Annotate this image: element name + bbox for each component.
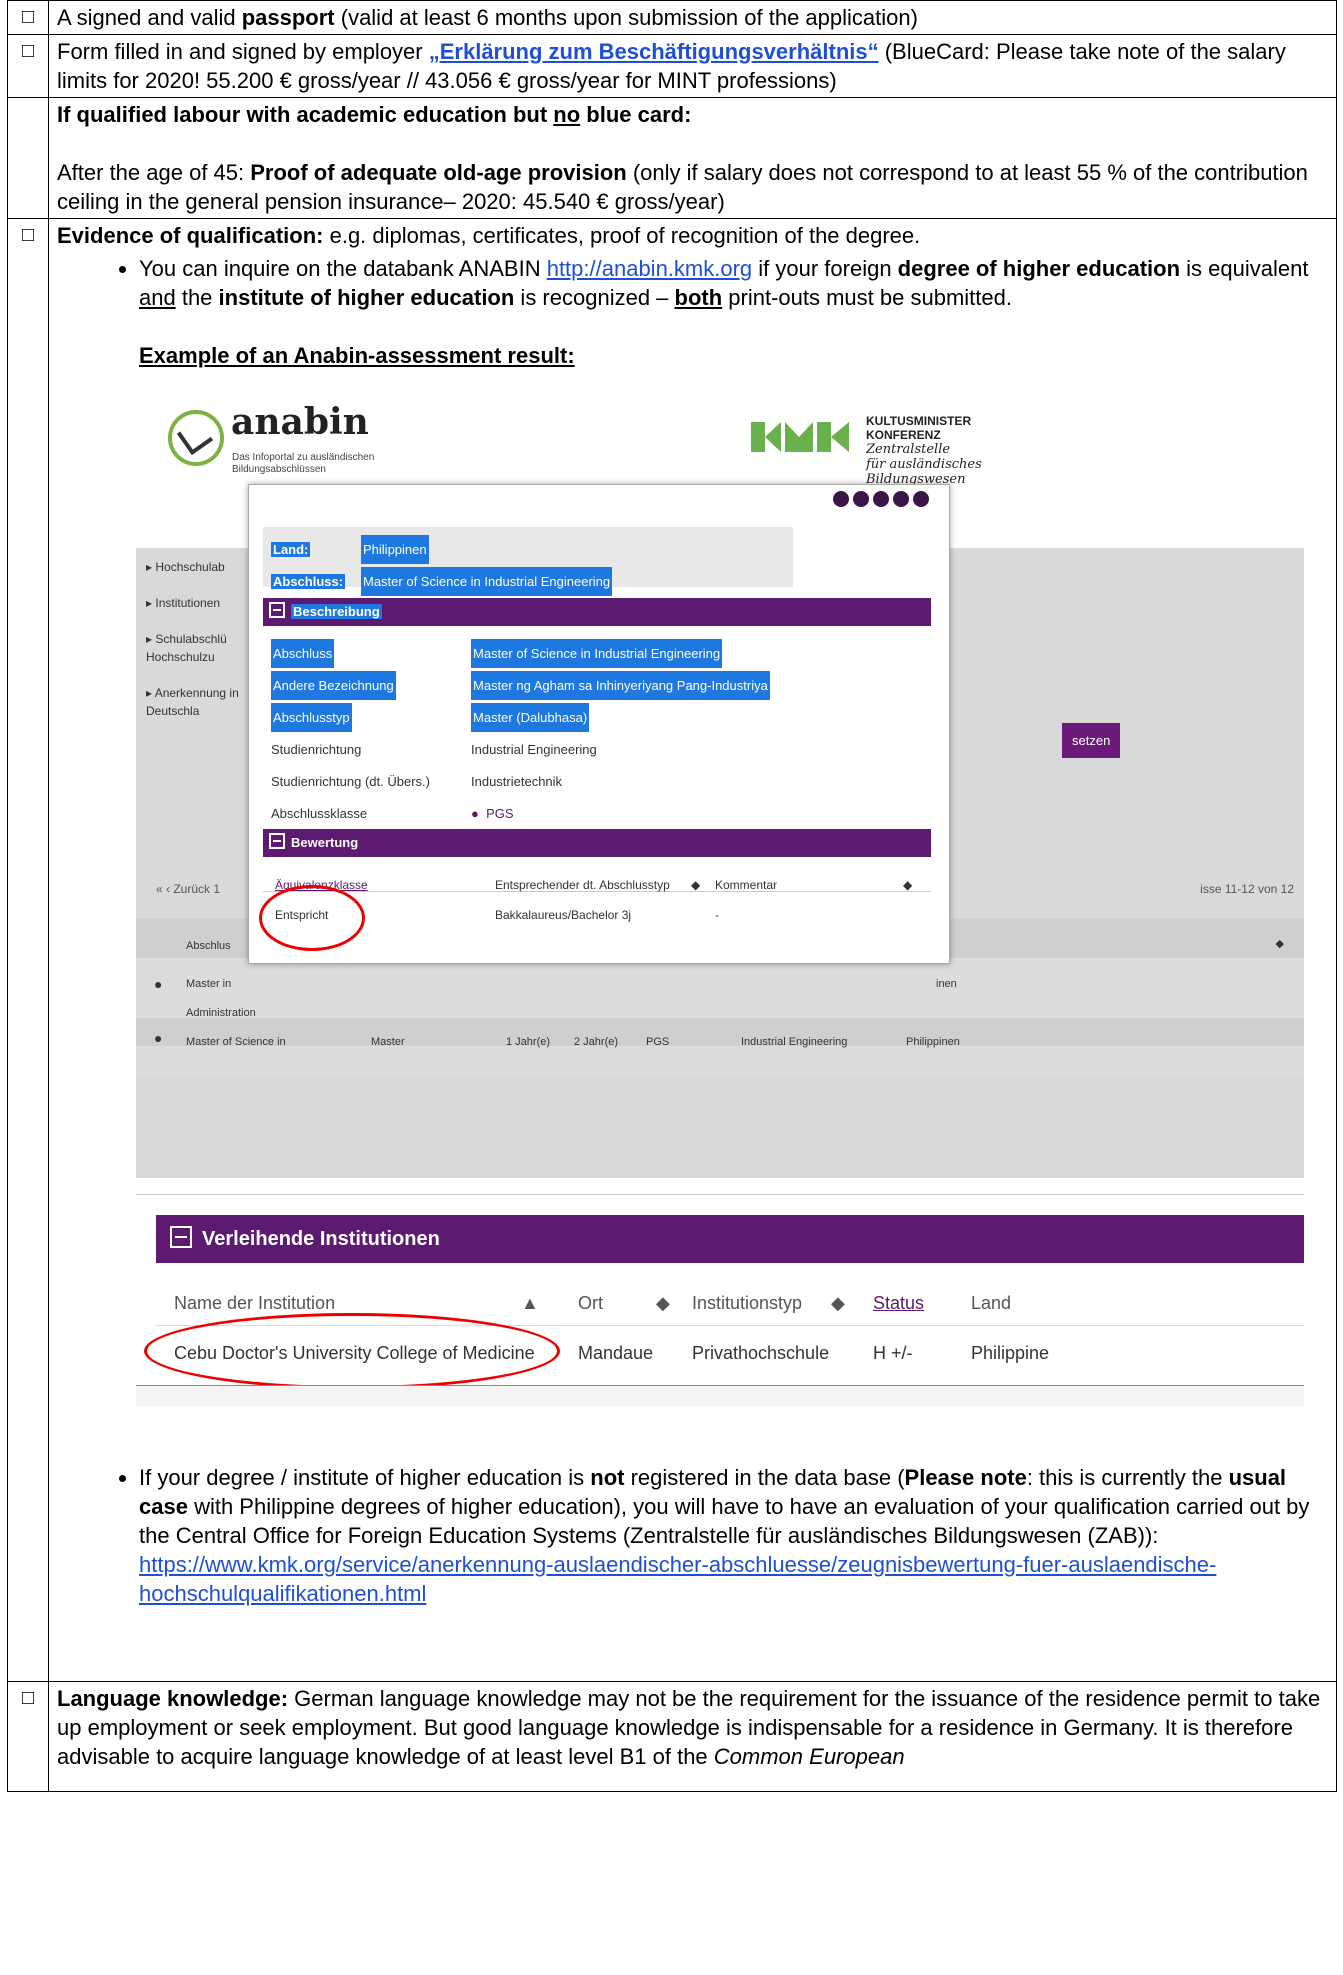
zab-link[interactable]: https://www.kmk.org/service/anerkennung-…: [139, 1552, 1216, 1606]
text: (valid at least 6 months upon submission…: [334, 5, 918, 30]
employer-form-cell: Form filled in and signed by employer „E…: [48, 34, 1337, 98]
table-row: If qualified labour with academic educat…: [7, 97, 1337, 219]
collapse-icon: [269, 833, 285, 849]
text: After the age of 45:: [57, 160, 251, 185]
text: Form filled in and signed by employer: [57, 39, 429, 64]
anabin-brand: anabin: [231, 401, 369, 443]
sort-icon: ▲: [521, 1293, 539, 1313]
table-row: □ A signed and valid passport (valid at …: [7, 0, 1337, 35]
example-heading: Example of an Anabin-assessment result:: [139, 343, 575, 368]
setzen-button[interactable]: setzen: [1062, 723, 1121, 758]
section-heading: Language knowledge:: [57, 1686, 289, 1711]
italic-text: Common European: [713, 1744, 905, 1769]
sort-icon: ◆: [831, 1293, 845, 1313]
detail-modal: Land: Philippinen Abschluss: Master of S…: [248, 484, 950, 964]
institution-screenshot: Verleihende Institutionen Name der Insti…: [136, 1194, 1304, 1407]
academic-cell: If qualified labour with academic educat…: [48, 97, 1337, 219]
collapse-icon: [269, 602, 285, 618]
collapse-icon: [170, 1226, 192, 1248]
help-icon[interactable]: [873, 491, 889, 507]
table-row: □ Language knowledge: German language kn…: [7, 1681, 1337, 1792]
requirements-table: □ A signed and valid passport (valid at …: [7, 0, 1337, 1792]
highlight-ellipse: [259, 885, 365, 951]
pagination[interactable]: « ‹ Zurück 1: [156, 875, 220, 904]
print-icon[interactable]: [853, 491, 869, 507]
table-row: □ Form filled in and signed by employer …: [7, 34, 1337, 98]
sort-icon: ◆: [691, 878, 701, 892]
sort-icon: ◆: [903, 878, 913, 892]
empty-cell: [7, 97, 49, 219]
nav-item[interactable]: ▸ Institutionen: [146, 594, 256, 612]
anabin-logo-icon: [168, 410, 224, 466]
sort-icon: ◆: [656, 1293, 670, 1313]
land-row: Land: Philippinen: [271, 535, 429, 564]
bewertung-header[interactable]: Bewertung: [263, 829, 931, 857]
beschreibung-header[interactable]: Beschreibung: [263, 598, 931, 626]
bold-text: passport: [241, 5, 335, 30]
archive-icon[interactable]: [833, 491, 849, 507]
highlight-ellipse: [144, 1313, 560, 1389]
kmk-logo-icon: [751, 422, 849, 452]
nav-item[interactable]: ▸ Schulabschlü Hochschulzu: [146, 630, 256, 666]
table-row: □ Evidence of qualification: e.g. diplom…: [7, 218, 1337, 1682]
employer-form-link[interactable]: „Erklärung zum Beschäftigungsverhältnis“: [429, 39, 879, 64]
text: e.g. diplomas, certificates, proof of re…: [323, 223, 921, 248]
checkbox[interactable]: □: [7, 218, 49, 1682]
scrollbar[interactable]: [136, 1385, 1304, 1406]
nav-item[interactable]: ▸ Anerkennung in Deutschla: [146, 684, 256, 720]
section-heading: If qualified labour with academic educat…: [57, 102, 692, 127]
qualification-cell: Evidence of qualification: e.g. diplomas…: [48, 218, 1337, 1682]
anabin-screenshot: anabin Das Infoportal zu ausländischen B…: [136, 388, 1304, 1178]
info-icon: ●: [471, 806, 479, 821]
maximize-icon[interactable]: [893, 491, 909, 507]
close-icon[interactable]: [913, 491, 929, 507]
left-nav: ▸ Hochschulab ▸ Institutionen ▸ Schulabs…: [146, 558, 256, 738]
nav-item[interactable]: ▸ Hochschulab: [146, 558, 256, 576]
kmk-text: KULTUSMINISTER KONFERENZ Zentralstelle f…: [866, 414, 982, 487]
modal-toolbar: [833, 491, 929, 507]
results-count: isse 11-12 von 12: [1200, 882, 1294, 896]
anabin-link[interactable]: http://anabin.kmk.org: [547, 256, 752, 281]
abschluss-row: Abschluss: Master of Science in Industri…: [271, 567, 613, 596]
bold-text: Proof of adequate old-age provision: [250, 160, 627, 185]
section-heading: Evidence of qualification:: [57, 223, 324, 248]
list-item: If your degree / institute of higher edu…: [139, 1463, 1328, 1608]
checkbox[interactable]: □: [7, 34, 49, 98]
checkbox[interactable]: □: [7, 0, 49, 35]
anabin-subtitle: Das Infoportal zu ausländischen Bildungs…: [232, 452, 375, 475]
bewertung-table-header: Äquivalenzklasse Entsprechender dt. Absc…: [263, 865, 931, 892]
passport-cell: A signed and valid passport (valid at le…: [48, 0, 1337, 35]
checkbox[interactable]: □: [7, 1681, 49, 1792]
text: A signed and valid: [57, 5, 242, 30]
institutions-header[interactable]: Verleihende Institutionen: [156, 1215, 1304, 1263]
list-item: You can inquire on the databank ANABIN h…: [139, 254, 1328, 312]
language-cell: Language knowledge: German language know…: [48, 1681, 1337, 1792]
